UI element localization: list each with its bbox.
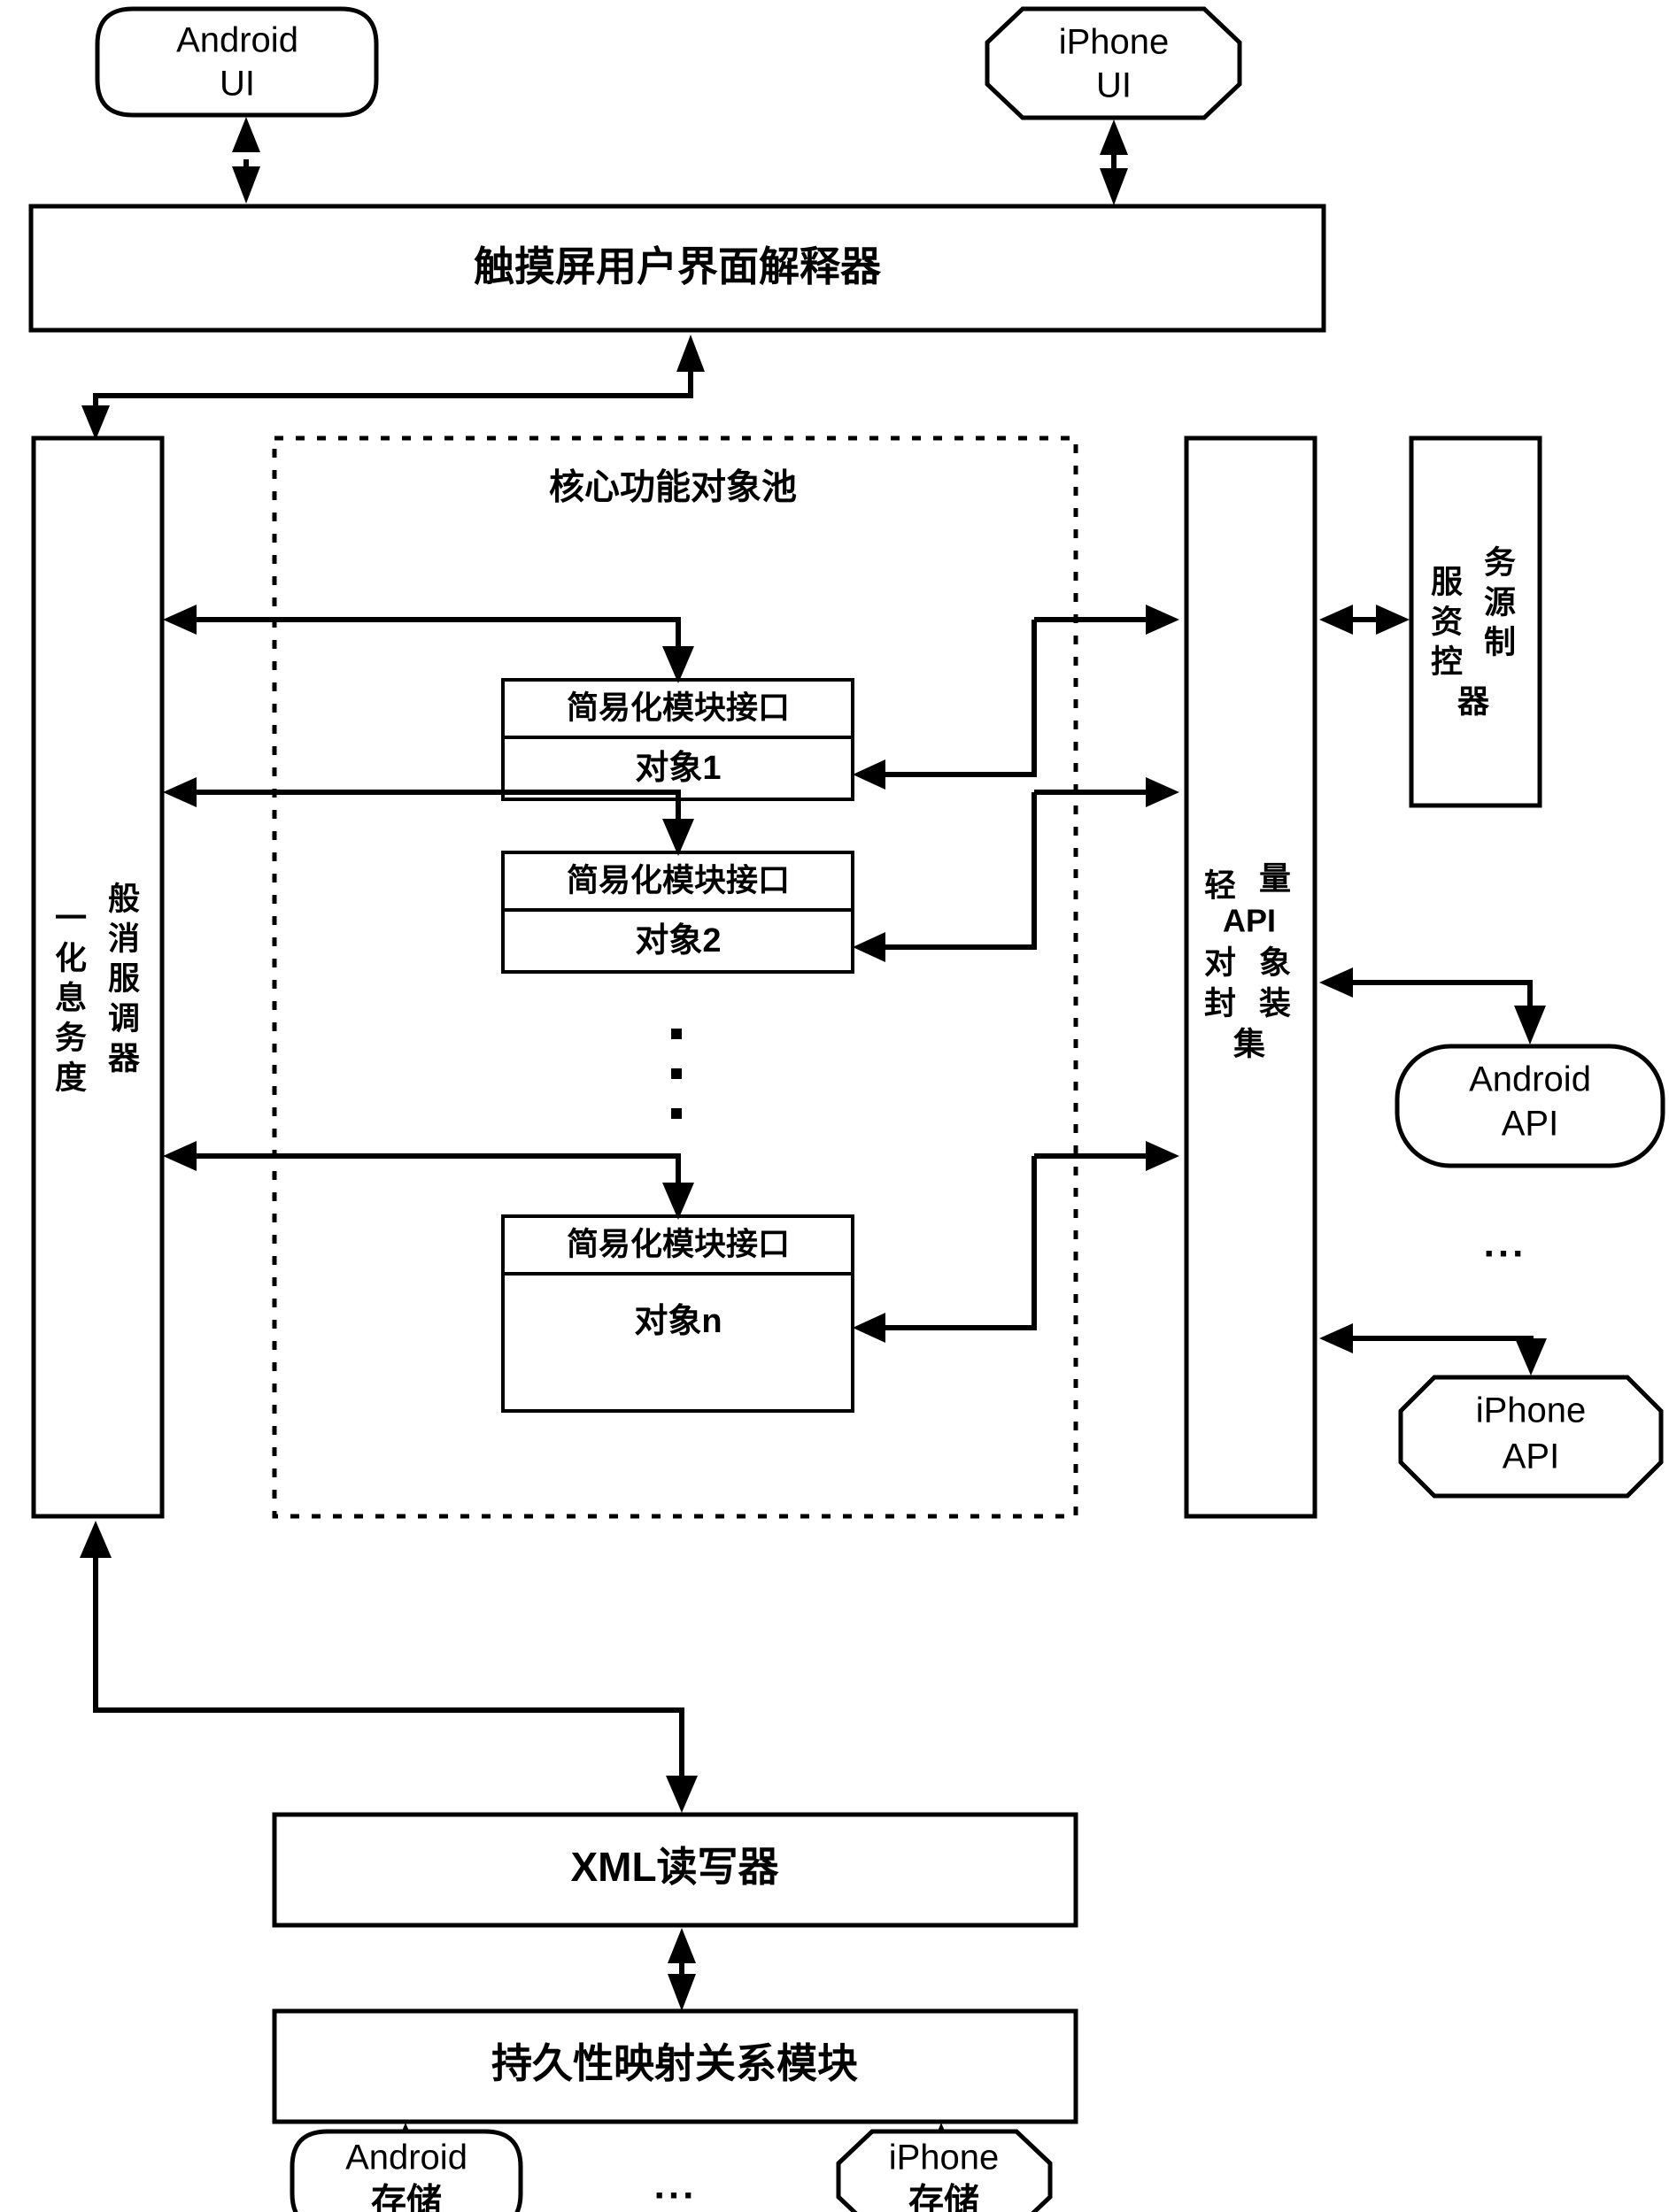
node-iphone-ui[interactable]: iPhone UI: [985, 6, 1242, 120]
dispatcher-col-right-c4: 调: [108, 1000, 140, 1037]
ui-interpreter-label: 触摸屏用户界面解释器: [474, 243, 882, 289]
iphone-api-label-2: API: [1503, 1437, 1559, 1476]
api-wrapper-c-qing: 轻: [1204, 867, 1236, 904]
api-wrapper-c-zhuang: 装: [1259, 985, 1291, 1021]
api-wrapper-c-api: API: [1223, 903, 1276, 939]
edge-apiwrapper-resourcecontroller: [1319, 605, 1410, 635]
edge-iphone-ui-interpreter: [1100, 119, 1128, 205]
resource-col-left-c3: 控: [1431, 644, 1463, 680]
iphone-storage-label-2: 存储: [908, 2183, 979, 2212]
edge-dispatcher-xml: [80, 1521, 698, 1813]
module-2-interface-label: 简易化模块接口: [567, 862, 790, 898]
android-ui-label-1: Android: [176, 21, 298, 60]
dispatcher-col-left-c1: 一: [55, 900, 87, 936]
dispatcher-col-left-c2: 化: [55, 940, 87, 976]
architecture-diagram: Android UI iPhone UI 触摸屏用户界面解释器 般 消 服 调 …: [28, 6, 1665, 2212]
edge-apiwrapper-iphone-api: [1319, 1323, 1547, 1376]
node-dispatcher[interactable]: 般 消 服 调 器 一 化 息 务 度: [31, 435, 165, 1519]
dispatcher-col-right-c3: 服: [108, 960, 140, 997]
android-storage-label-2: 存储: [371, 2183, 442, 2212]
module-box-1[interactable]: 简易化模块接口 对象1: [501, 678, 854, 801]
dispatcher-col-left-c5: 度: [55, 1060, 87, 1096]
module-1-object-label: 对象1: [635, 750, 721, 787]
resource-col-right-c2: 源: [1484, 584, 1516, 620]
api-wrapper-c-ji: 集: [1232, 1026, 1265, 1062]
storage-ellipsis: ...: [654, 2164, 698, 2208]
resource-col-tail: 器: [1457, 683, 1490, 720]
node-iphone-api[interactable]: iPhone API: [1398, 1375, 1664, 1499]
android-api-label-1: Android: [1469, 1060, 1591, 1099]
node-android-api[interactable]: Android API: [1395, 1044, 1665, 1168]
resource-col-left-c2: 资: [1431, 604, 1463, 640]
dispatcher-col-right-c1: 般: [108, 881, 140, 917]
node-ui-interpreter[interactable]: 触摸屏用户界面解释器: [28, 204, 1326, 333]
edge-android-ui-interpreter: [232, 117, 260, 204]
diagram-canvas: Android UI iPhone UI 触摸屏用户界面解释器 般 消 服 调 …: [0, 0, 1669, 2212]
module-n-interface-label: 简易化模块接口: [567, 1226, 790, 1262]
android-api-label-2: API: [1502, 1105, 1558, 1144]
iphone-ui-label-2: UI: [1096, 66, 1132, 105]
api-wrapper-c-dui: 对: [1204, 944, 1236, 981]
node-android-storage[interactable]: Android 存储: [290, 2129, 523, 2212]
edge-dispatcher-module-1: [163, 605, 694, 683]
node-xml-reader-writer[interactable]: XML读写器: [272, 1812, 1078, 1928]
edge-interpreter-dispatcher: [81, 335, 705, 440]
module-1-interface-label: 简易化模块接口: [567, 690, 790, 726]
iphone-api-label-1: iPhone: [1476, 1391, 1587, 1430]
module-box-n[interactable]: 简易化模块接口 对象n: [501, 1214, 854, 1413]
edge-module-2-api-wrapper: [853, 777, 1179, 962]
resource-col-left-c1: 服: [1431, 564, 1463, 600]
node-persistence-module[interactable]: 持久性映射关系模块: [272, 2008, 1078, 2124]
resource-col-right-c1: 务: [1484, 544, 1516, 581]
xml-rw-label: XML读写器: [570, 1844, 779, 1890]
apis-ellipsis: ...: [1484, 1222, 1527, 1266]
module-2-object-label: 对象2: [635, 922, 721, 960]
api-wrapper-c-liang: 量: [1259, 860, 1291, 897]
modules-ellipsis: [671, 1029, 682, 1119]
node-api-wrapper[interactable]: 轻 量 API 对 象 封 装 集: [1184, 435, 1317, 1519]
edge-module-1-api-wrapper: [853, 605, 1179, 790]
api-wrapper-c-xiang: 象: [1259, 944, 1291, 981]
edge-dispatcher-module-n: [163, 1141, 694, 1220]
dispatcher-col-right-c2: 消: [108, 921, 140, 957]
edge-xml-persistence: [668, 1928, 696, 2011]
persistence-label: 持久性映射关系模块: [491, 2040, 858, 2086]
iphone-ui-label-1: iPhone: [1059, 23, 1170, 62]
android-ui-label-2: UI: [220, 65, 255, 104]
node-iphone-storage[interactable]: iPhone 存储: [836, 2129, 1053, 2212]
node-resource-controller[interactable]: 务 源 制 服 资 控 器: [1409, 435, 1542, 808]
resource-col-right-c3: 制: [1484, 624, 1516, 660]
dispatcher-col-right-c5: 器: [108, 1040, 141, 1076]
iphone-storage-label-1: iPhone: [889, 2139, 1000, 2177]
dispatcher-col-left-c4: 务: [55, 1020, 87, 1056]
object-pool-label: 核心功能对象池: [549, 468, 797, 507]
edge-module-n-api-wrapper: [853, 1141, 1179, 1343]
module-n-object-label: 对象n: [634, 1303, 722, 1340]
edge-apiwrapper-android-api: [1319, 967, 1546, 1044]
node-android-ui[interactable]: Android UI: [95, 6, 379, 118]
android-storage-label-1: Android: [345, 2139, 467, 2177]
api-wrapper-c-feng: 封: [1204, 985, 1236, 1021]
module-box-2[interactable]: 简易化模块接口 对象2: [501, 851, 854, 974]
dispatcher-col-left-c3: 息: [55, 980, 87, 1016]
